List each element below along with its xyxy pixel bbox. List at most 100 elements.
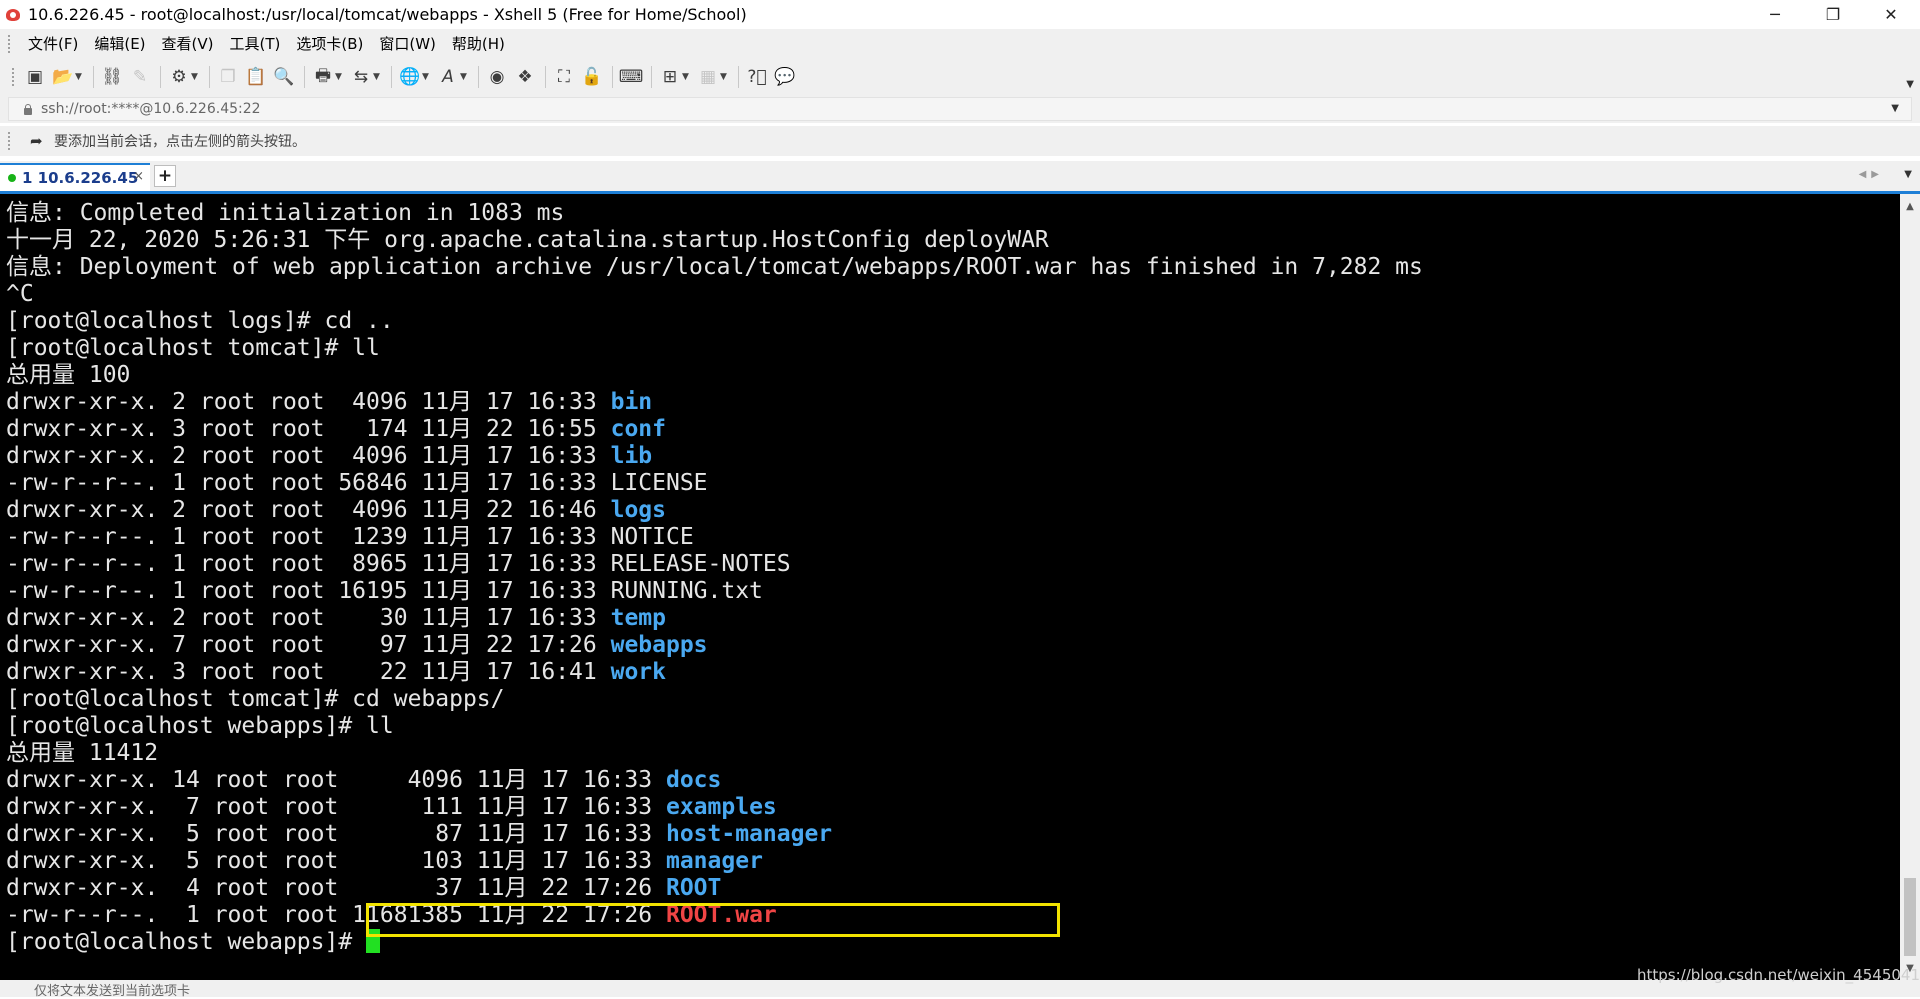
chevron-down-icon[interactable]: ▼ xyxy=(335,72,344,82)
xftp-button[interactable]: ◉ xyxy=(486,64,508,90)
menu-window[interactable]: 窗口(W) xyxy=(371,32,444,56)
properties-button[interactable]: ⚙ ▼ xyxy=(168,64,200,90)
find-icon: 🔍 xyxy=(273,67,295,87)
layout-button[interactable]: ▦ ▼ xyxy=(697,64,729,90)
terminal-line: drwxr-xr-x. 4 root root 37 11月 22 17:26 … xyxy=(6,875,1423,902)
print-button[interactable]: 🖶 ▼ xyxy=(312,64,344,90)
copy-icon: ❐ xyxy=(220,67,236,87)
menu-file[interactable]: 文件(F) xyxy=(20,32,86,56)
toolbar-divider xyxy=(738,66,739,88)
directory-name: ROOT xyxy=(665,875,722,901)
globe-icon: 🌐 xyxy=(399,67,421,87)
terminal-scrollbar[interactable]: ▲ ▼ xyxy=(1900,194,1920,980)
toolbar-divider xyxy=(304,66,305,88)
terminal-line: 信息: Deployment of web application archiv… xyxy=(6,254,1423,281)
menu-edit[interactable]: 编辑(E) xyxy=(86,32,153,56)
reconnect-button[interactable]: ⛓ xyxy=(101,64,123,90)
find-button[interactable]: 🔍 xyxy=(273,64,295,90)
address-value: ssh://root:****@10.6.226.45:22 xyxy=(41,101,261,117)
lock-button[interactable]: 🔓 xyxy=(581,64,603,90)
open-button[interactable]: 📂 ▼ xyxy=(52,64,84,90)
chevron-down-icon[interactable]: ▼ xyxy=(682,72,691,82)
terminal-line: drwxr-xr-x. 7 root root 97 11月 22 17:26 … xyxy=(6,632,1423,659)
terminal-screen[interactable]: 信息: Completed initialization in 1083 ms 十… xyxy=(0,194,1900,980)
terminal-line: [root@localhost webapps]# ll xyxy=(6,713,1423,740)
new-session-button[interactable]: ▣ xyxy=(24,64,46,90)
paste-button[interactable]: 📋 xyxy=(245,64,267,90)
chevron-down-icon[interactable]: ▼ xyxy=(373,72,382,82)
open-folder-icon: 📂 xyxy=(52,67,74,87)
directory-name: manager xyxy=(665,848,763,874)
highlight-box xyxy=(366,903,1060,937)
toolbar-divider xyxy=(209,66,210,88)
toolbar-divider xyxy=(93,66,94,88)
window-title: 10.6.226.45 - root@localhost:/usr/local/… xyxy=(28,5,747,24)
restore-button[interactable]: ❐ xyxy=(1804,0,1862,29)
directory-name: webapps xyxy=(610,632,708,658)
terminal-line-text: drwxr-xr-x. 3 root root 22 11月 17 16:41 xyxy=(6,659,611,685)
watermark: https://blog.csdn.net/weixin_4545041 xyxy=(1637,966,1920,984)
chevron-down-icon[interactable]: ▼ xyxy=(75,72,84,82)
tab-close-icon[interactable]: × xyxy=(133,169,144,184)
address-bar: ssh://root:****@10.6.226.45:22 ▼ xyxy=(0,95,1920,123)
chevron-down-icon[interactable]: ▼ xyxy=(1891,103,1899,114)
terminal-line: drwxr-xr-x. 5 root root 103 11月 17 16:33… xyxy=(6,848,1423,875)
encoding-button[interactable]: 🌐 ▼ xyxy=(399,64,431,90)
keyboard-button[interactable]: ⌨ xyxy=(619,64,644,90)
font-button[interactable]: A ▼ xyxy=(437,64,469,90)
address-input[interactable]: ssh://root:****@10.6.226.45:22 ▼ xyxy=(8,97,1912,121)
help-icon: ?⃝ xyxy=(747,67,767,87)
tab-session-1[interactable]: 1 10.6.226.45 × xyxy=(0,163,150,191)
terminal-line-text: [root@localhost tomcat]# cd webapps/ xyxy=(6,686,505,712)
directory-name: examples xyxy=(665,794,777,820)
scrollbar-thumb[interactable] xyxy=(1904,878,1916,956)
new-tab-button[interactable]: + xyxy=(154,165,176,187)
terminal-line-text: -rw-r--r--. 1 root root 1239 11月 17 16:3… xyxy=(6,524,694,550)
tab-bar: 1 10.6.226.45 × + ◀▶ ▼ xyxy=(0,161,1920,191)
menu-tab[interactable]: 选项卡(B) xyxy=(288,32,371,56)
title-bar: 10.6.226.45 - root@localhost:/usr/local/… xyxy=(0,0,1920,29)
terminal-line: 信息: Completed initialization in 1083 ms xyxy=(6,200,1423,227)
scroll-up-icon[interactable]: ▲ xyxy=(1900,196,1920,216)
terminal-line: 总用量 100 xyxy=(6,362,1423,389)
chat-icon: 💬 xyxy=(774,67,796,87)
terminal-line-text: 总用量 100 xyxy=(6,362,131,388)
toolbar-divider xyxy=(545,66,546,88)
chat-button[interactable]: 💬 xyxy=(774,64,796,90)
toolbar-overflow-icon[interactable]: ▼ xyxy=(1906,79,1914,90)
compose-bar-text[interactable]: 仅将文本发送到当前选项卡 xyxy=(34,980,190,999)
transfer-button[interactable]: ⇆ ▼ xyxy=(350,64,382,90)
chevron-down-icon[interactable]: ▼ xyxy=(191,72,200,82)
add-tab-button[interactable]: ⊞ ▼ xyxy=(659,64,691,90)
terminal-line-text: [root@localhost webapps]# ll xyxy=(6,713,394,739)
disconnect-button[interactable]: ✎ xyxy=(129,64,151,90)
chevron-down-icon[interactable]: ▼ xyxy=(422,72,431,82)
menu-tools[interactable]: 工具(T) xyxy=(222,32,289,56)
toolbar: ▣ 📂 ▼ ⛓ ✎ ⚙ ▼ ❐ 📋 🔍 🖶 ▼ ⇆ ▼ 🌐 ▼ A ▼ ◉ ❖ ⛶ 🔓 ⌨ … xyxy=(0,59,1920,95)
toolbar-divider xyxy=(612,66,613,88)
xshell-app-icon[interactable] xyxy=(4,6,22,24)
paste-icon: 📋 xyxy=(245,67,267,87)
terminal-line: -rw-r--r--. 1 root root 1239 11月 17 16:3… xyxy=(6,524,1423,551)
toolbar-grip xyxy=(12,68,16,86)
tab-list-icon[interactable]: ▼ xyxy=(1904,169,1912,180)
fullscreen-button[interactable]: ⛶ xyxy=(553,64,575,90)
help-button[interactable]: ?⃝ xyxy=(746,64,768,90)
new-session-icon: ▣ xyxy=(26,67,44,87)
minimize-button[interactable]: ─ xyxy=(1746,0,1804,29)
add-session-arrow-icon[interactable]: ➦ xyxy=(30,132,48,150)
menu-help[interactable]: 帮助(H) xyxy=(444,32,513,56)
print-icon: 🖶 xyxy=(314,65,332,86)
copy-button[interactable]: ❐ xyxy=(217,64,239,90)
terminal-line-text: drwxr-xr-x. 2 root root 4096 11月 17 16:3… xyxy=(6,389,611,415)
terminal-line: -rw-r--r--. 1 root root 16195 11月 17 16:… xyxy=(6,578,1423,605)
status-bar: 仅将文本发送到当前选项卡 xyxy=(0,980,1920,999)
chevron-down-icon[interactable]: ▼ xyxy=(720,72,729,82)
terminal-line-text: drwxr-xr-x. 2 root root 30 11月 17 16:33 xyxy=(6,605,611,631)
chevron-down-icon[interactable]: ▼ xyxy=(460,72,469,82)
menu-view[interactable]: 查看(V) xyxy=(154,32,222,56)
xmanager-button[interactable]: ❖ xyxy=(514,64,536,90)
tab-scroll-arrows-icon[interactable]: ◀▶ xyxy=(1859,169,1884,180)
close-button[interactable]: ✕ xyxy=(1862,0,1920,29)
menu-bar: 文件(F) 编辑(E) 查看(V) 工具(T) 选项卡(B) 窗口(W) 帮助(… xyxy=(0,29,1920,59)
